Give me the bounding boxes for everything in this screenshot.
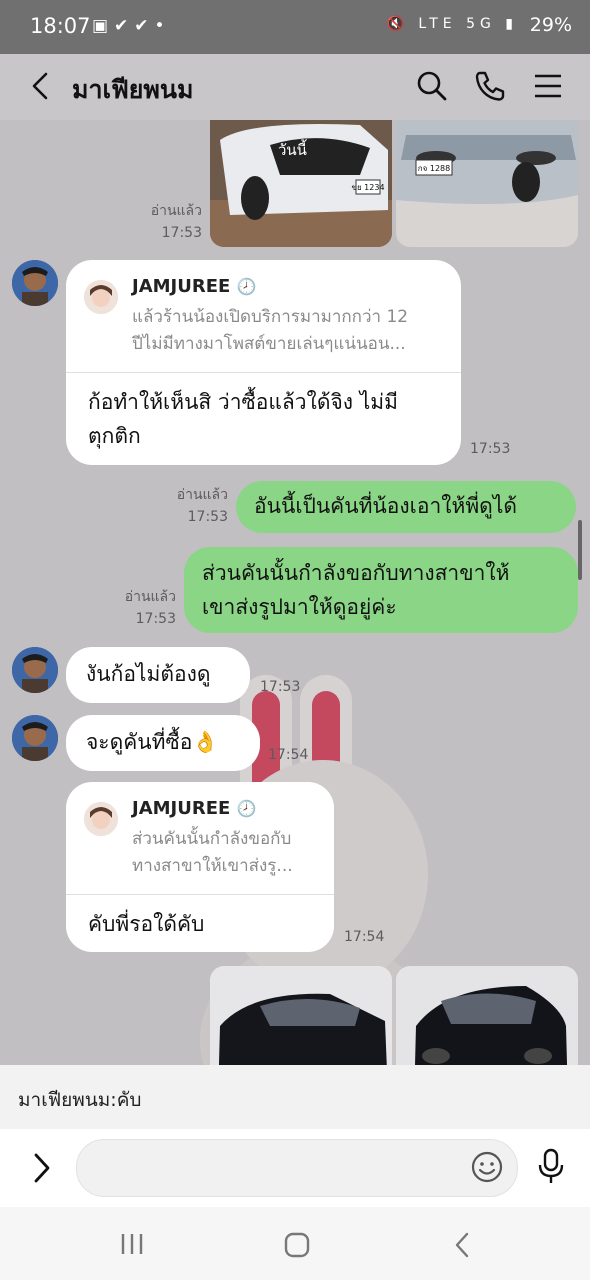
quoted-reply[interactable]: JAMJUREE 🕗 ส่วนคันนั้นกำลังขอกับ ทางสาขา… xyxy=(66,782,334,895)
message-time: 17:54 xyxy=(344,929,385,945)
license-plate: กจ 1288 xyxy=(418,164,450,173)
quoted-reply[interactable]: JAMJUREE 🕗 แล้วร้านน้องเปิดบริการมามากกว… xyxy=(66,260,461,373)
car-image xyxy=(210,966,392,1065)
clock-icon: 🕗 xyxy=(236,799,257,818)
reply-message-bubble[interactable]: JAMJUREE 🕗 แล้วร้านน้องเปิดบริการมามากกว… xyxy=(66,260,461,465)
quoted-avatar xyxy=(84,802,118,836)
message-time: 17:53 xyxy=(161,225,202,241)
quoted-text: แล้วร้านน้องเปิดบริการมามากกว่า 12 ปีไม่… xyxy=(132,307,409,354)
sender-avatar[interactable] xyxy=(12,260,58,306)
message-text: จะดูคันที่ซื้อ👌 xyxy=(86,730,219,754)
car-photo-silver[interactable]: กจ 1288 xyxy=(396,120,578,247)
call-icon[interactable] xyxy=(472,68,508,104)
message-text: อันนี้เป็นคันที่น้องเอาให้พี่ดูได้ xyxy=(254,494,518,518)
incoming-message-bubble[interactable]: งันก้อไม่ต้องดู xyxy=(66,647,250,703)
chat-header: มาเฟียพนม xyxy=(0,54,590,120)
preview-text: มาเฟียพนม:คับ xyxy=(18,1089,142,1111)
read-receipt: อ่านแล้ว 17:53 xyxy=(160,484,228,528)
outgoing-message-bubble[interactable]: ส่วนคันนั้นกำลังขอกับทางสาขาให้ เขาส่งรู… xyxy=(184,547,578,633)
read-label: อ่านแล้ว xyxy=(150,203,202,219)
sender-avatar[interactable] xyxy=(12,715,58,761)
message-time: 17:53 xyxy=(135,611,176,627)
chat-area[interactable]: อ่านแล้ว 17:53 ขย 1234 วันนี้ กจ 1288 JA… xyxy=(0,120,590,1065)
emoji-icon[interactable] xyxy=(470,1150,504,1184)
scrollbar[interactable] xyxy=(578,520,582,580)
microphone-icon[interactable] xyxy=(536,1147,566,1187)
search-icon[interactable] xyxy=(414,68,450,104)
message-time: 17:54 xyxy=(268,747,309,763)
incoming-message-bubble[interactable]: จะดูคันที่ซื้อ👌 xyxy=(66,715,260,771)
read-receipt: อ่านแล้ว 17:53 xyxy=(130,200,202,244)
license-plate: ขย 1234 xyxy=(351,183,384,192)
status-bar: 18:07 ▣✔✔• 🔇 LTE 5G ▮ 29% xyxy=(0,0,590,54)
car-photo-black-1[interactable] xyxy=(210,966,392,1065)
home-icon[interactable] xyxy=(283,1231,311,1259)
clock-icon: 🕗 xyxy=(236,277,257,296)
quoted-avatar xyxy=(84,280,118,314)
back-icon[interactable] xyxy=(26,68,56,104)
system-navigation-bar xyxy=(0,1207,590,1280)
latest-message-preview[interactable]: มาเฟียพนม:คับ xyxy=(0,1065,590,1129)
message-text: ส่วนคันนั้นกำลังขอกับทางสาขาให้ เขาส่งรู… xyxy=(202,561,510,619)
message-input[interactable] xyxy=(76,1139,518,1197)
read-label: อ่านแล้ว xyxy=(176,487,228,503)
expand-icon[interactable] xyxy=(28,1151,54,1185)
message-text: งันก้อไม่ต้องดู xyxy=(86,662,211,686)
battery-level: 29% xyxy=(529,14,572,36)
menu-icon[interactable] xyxy=(530,68,566,104)
reply-message-bubble[interactable]: JAMJUREE 🕗 ส่วนคันนั้นกำลังขอกับ ทางสาขา… xyxy=(66,782,334,952)
read-label: อ่านแล้ว xyxy=(124,589,176,605)
status-time: 18:07 xyxy=(30,14,91,38)
car-image xyxy=(396,966,578,1065)
quoted-sender-name: JAMJUREE 🕗 xyxy=(132,798,257,819)
quoted-text: ส่วนคันนั้นกำลังขอกับ ทางสาขาให้เขาส่งรู… xyxy=(132,829,293,876)
chat-title: มาเฟียพนม xyxy=(72,75,194,104)
read-receipt: อ่านแล้ว 17:53 xyxy=(106,586,176,630)
message-text: คับพี่รอใด้คับ xyxy=(88,912,205,936)
network-label: 5G xyxy=(466,16,496,32)
back-nav-icon[interactable] xyxy=(450,1231,474,1259)
quoted-sender-name: JAMJUREE 🕗 xyxy=(132,276,257,297)
car-image: กจ 1288 xyxy=(396,120,578,247)
car-photo-black-2[interactable] xyxy=(396,966,578,1065)
sender-avatar[interactable] xyxy=(12,647,58,693)
notification-icons: ▣✔✔• xyxy=(92,16,171,36)
signal-icons: 🔇 LTE 5G ▮ xyxy=(386,16,518,32)
car-photo-white[interactable]: ขย 1234 วันนี้ xyxy=(210,120,392,247)
message-time: 17:53 xyxy=(260,679,301,695)
message-time: 17:53 xyxy=(470,441,511,457)
message-time: 17:53 xyxy=(187,509,228,525)
message-input-bar xyxy=(0,1129,590,1207)
recent-apps-icon[interactable] xyxy=(118,1231,146,1257)
message-text: ก้อทำให้เห็นสิ ว่าซื้อแล้วใด้จิง ไม่มี ต… xyxy=(88,390,398,448)
outgoing-message-bubble[interactable]: อันนี้เป็นคันที่น้องเอาให้พี่ดูได้ xyxy=(236,481,576,533)
date-overlay: วันนี้ xyxy=(278,141,307,159)
